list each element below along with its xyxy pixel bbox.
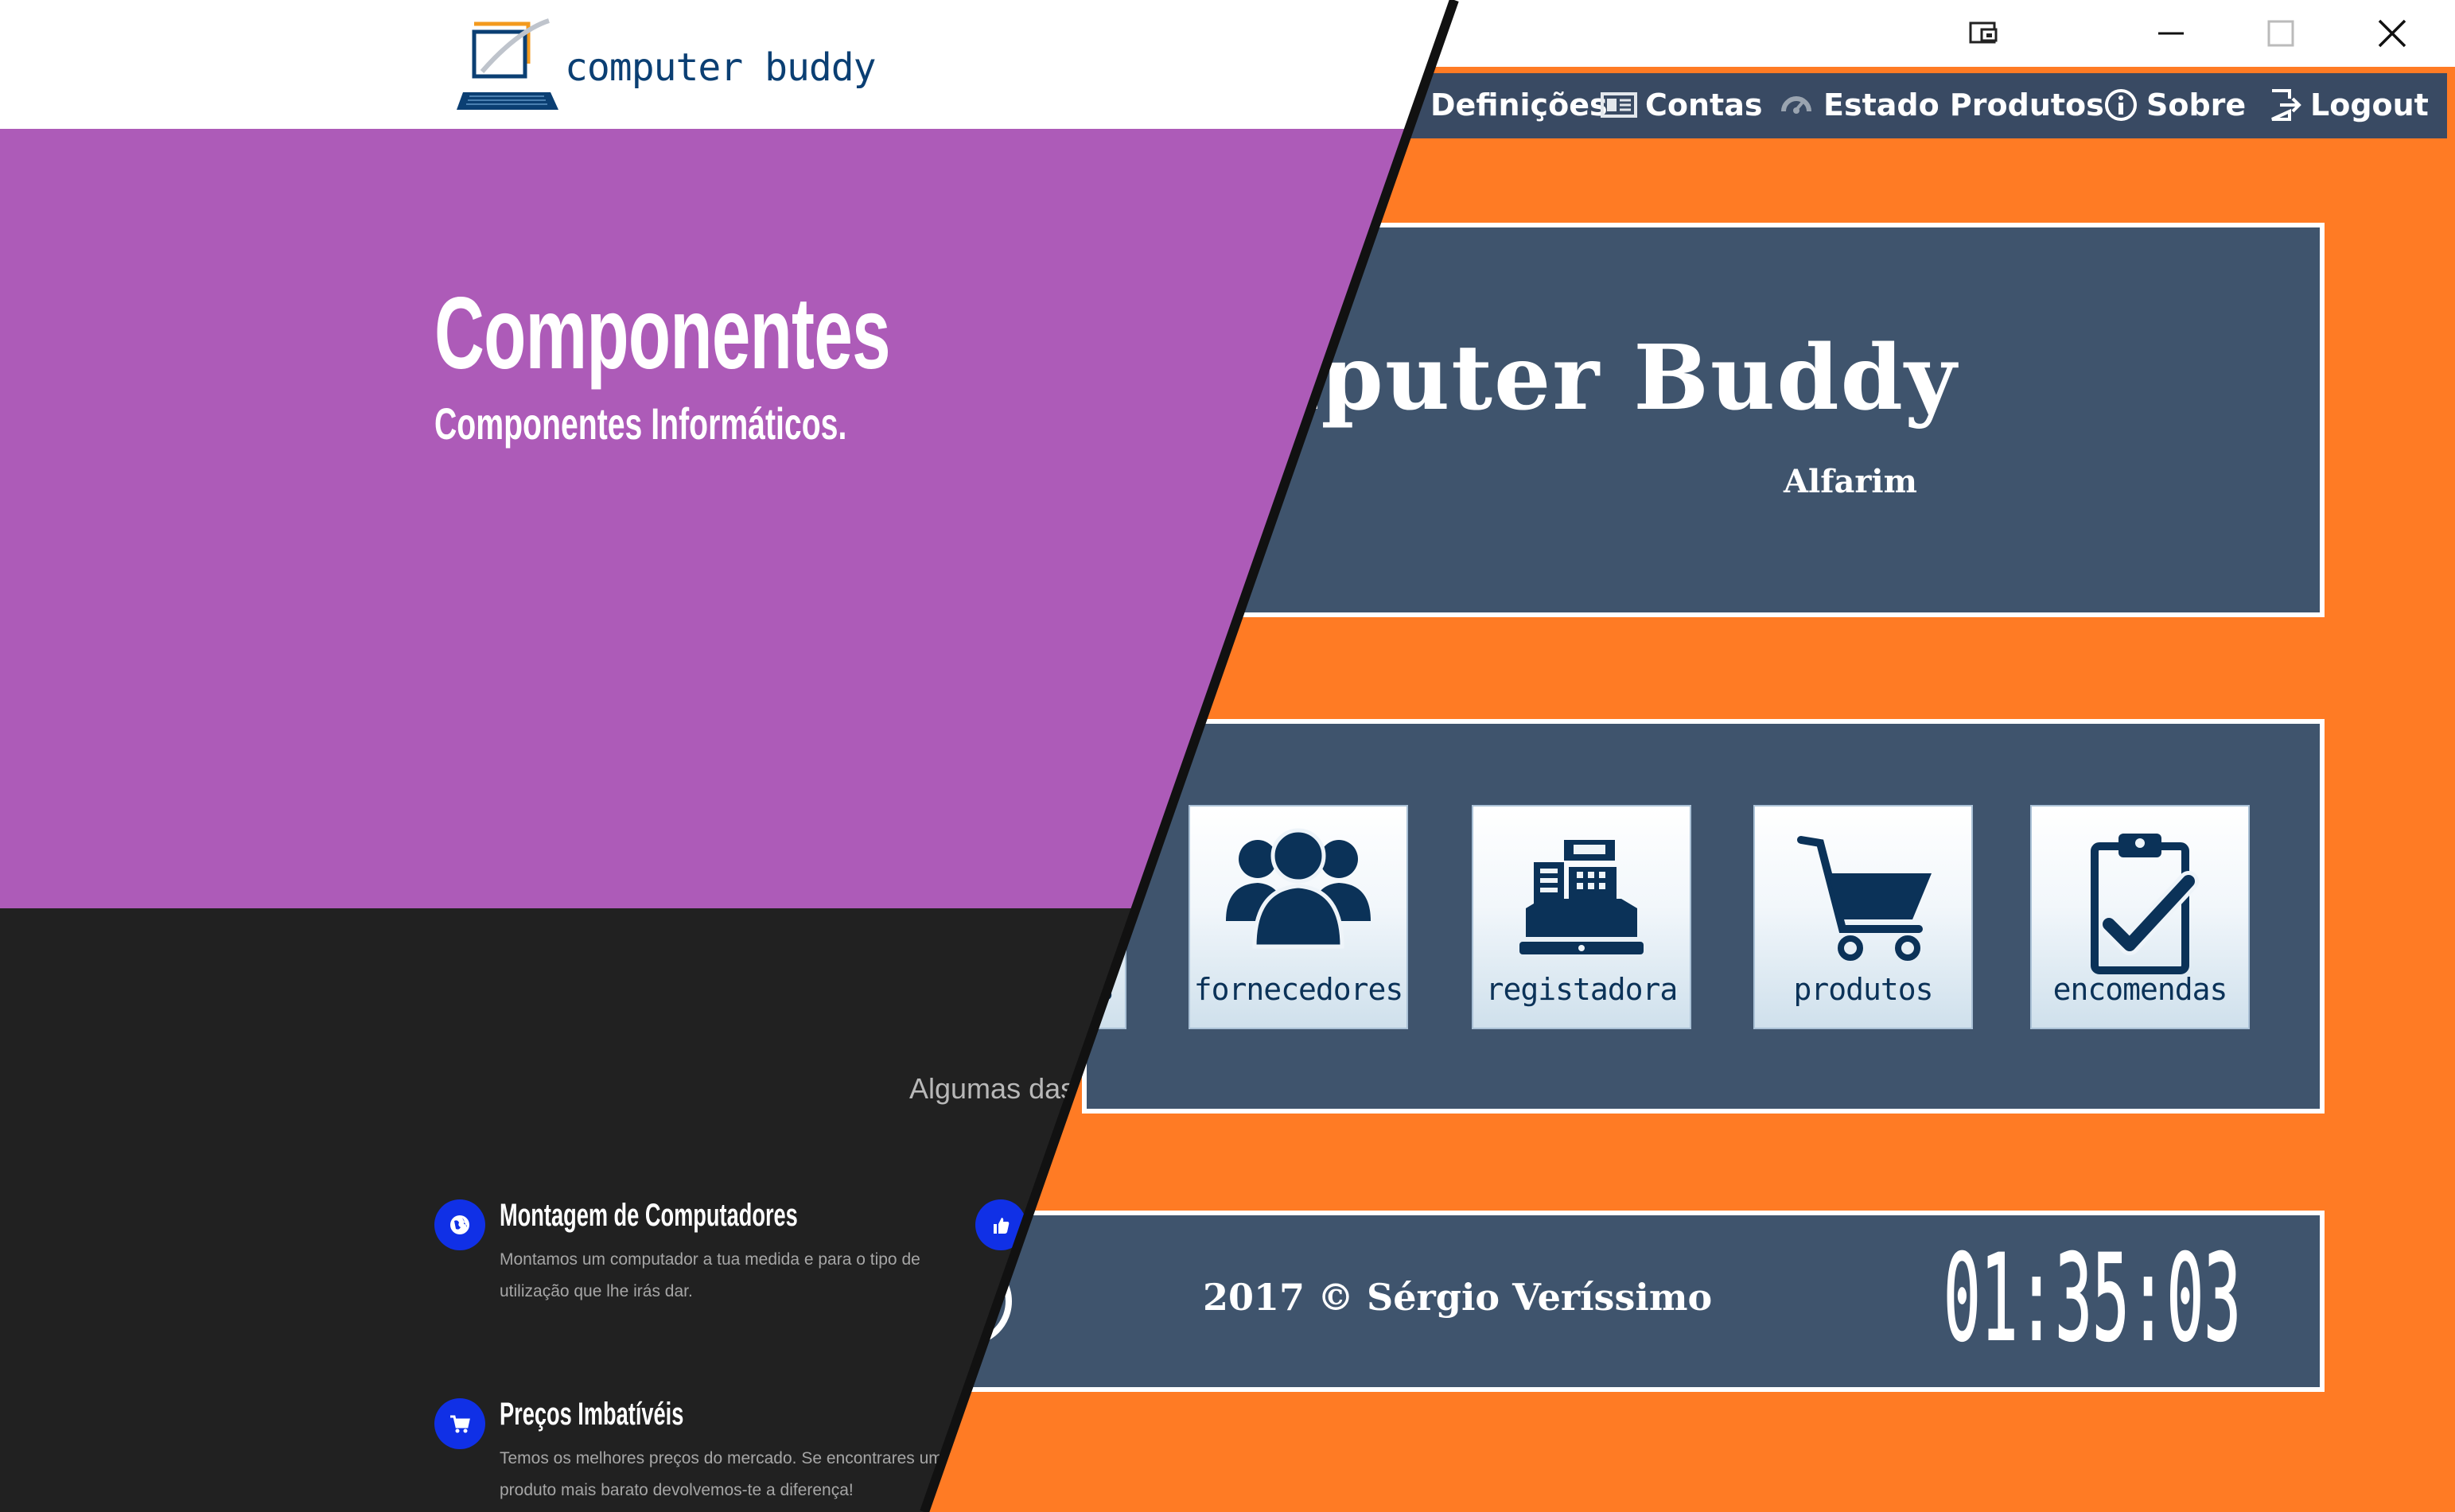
- split-divider: [920, 0, 1459, 1512]
